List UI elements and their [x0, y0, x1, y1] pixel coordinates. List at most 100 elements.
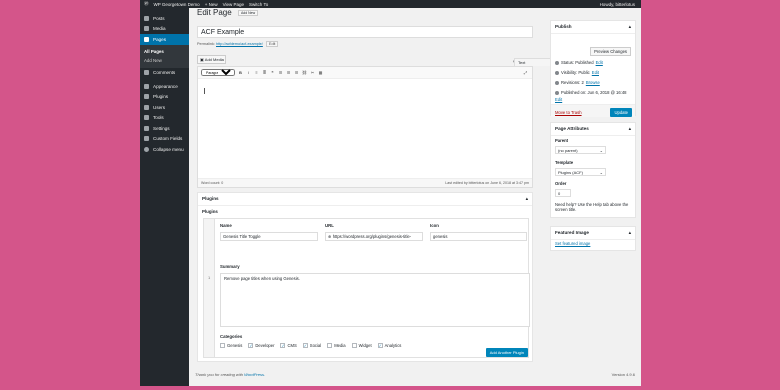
- icon-label: Icon: [430, 223, 439, 228]
- name-input[interactable]: Genesis Title Toggle: [220, 232, 318, 241]
- link-icon[interactable]: ⛓: [302, 70, 307, 75]
- submenu-add-new[interactable]: Add New: [140, 56, 189, 65]
- category-cms[interactable]: ✓ CMS: [280, 343, 297, 348]
- permalink-link[interactable]: http://acfdemo/acf-example/: [216, 42, 263, 46]
- sidebar-item-tools[interactable]: Tools: [140, 113, 189, 124]
- category-widget[interactable]: Widget: [351, 343, 372, 348]
- checkbox-checked[interactable]: ✓: [280, 343, 286, 348]
- visibility-edit-link[interactable]: Edit: [592, 70, 599, 75]
- published-on-row: Published on: Jun 6, 2018 @ 16:48: [555, 90, 626, 95]
- repeater-label: Plugins: [202, 209, 218, 214]
- wp-version: Version 4.9.6: [611, 372, 635, 377]
- checkbox-checked[interactable]: ✓: [377, 343, 383, 348]
- wp-logo-icon[interactable]: Ⓦ: [144, 1, 149, 7]
- wp-admin-window: Ⓦ WP Georgetown Demo + New View Page Swi…: [140, 0, 641, 386]
- date-edit-link[interactable]: Edit: [555, 97, 562, 102]
- editor-tabs: Visual Text: [510, 58, 565, 66]
- checkbox[interactable]: [351, 343, 357, 348]
- editor-toolbar: Paragraph B I ≡ ≣ ❝ ☰ ☰ ☰ ⛓ ✂ ▦ ⤢: [198, 67, 532, 79]
- icon-input[interactable]: genesis: [430, 232, 527, 241]
- plugins-icon: [144, 94, 149, 100]
- category-genesis[interactable]: Genesis: [220, 343, 242, 348]
- sidebar-item-appearance[interactable]: Appearance: [140, 81, 189, 92]
- add-another-plugin-button[interactable]: Add Another Plugin: [485, 348, 528, 357]
- update-button[interactable]: Update: [610, 108, 632, 117]
- collapse-menu-button[interactable]: Collapse menu: [140, 144, 189, 155]
- sidebar-item-plugins[interactable]: Plugins: [140, 92, 189, 103]
- help-text: Need help? Use the Help tab above the sc…: [555, 202, 629, 212]
- summary-textarea[interactable]: Remove page titles when using Genesis.: [220, 273, 530, 327]
- content-editor[interactable]: Paragraph B I ≡ ≣ ❝ ☰ ☰ ☰ ⛓ ✂ ▦ ⤢ Word c…: [197, 66, 533, 188]
- plugins-box-title: Plugins: [202, 196, 219, 201]
- collapse-toggle-icon[interactable]: ▴: [629, 24, 631, 30]
- category-media[interactable]: Media: [327, 343, 346, 348]
- url-input[interactable]: ⊕ https://wordpress.org/plugins/genesis-…: [325, 232, 423, 241]
- collapse-toggle-icon[interactable]: ▴: [629, 126, 631, 132]
- order-label: Order: [555, 181, 567, 186]
- bullet-list-icon[interactable]: ≡: [254, 70, 259, 75]
- visibility-row: Visibility: Public Edit: [555, 70, 599, 75]
- add-new-page-button[interactable]: Add New: [237, 9, 259, 16]
- submenu-all-pages[interactable]: All Pages: [140, 47, 189, 56]
- format-select[interactable]: Paragraph: [201, 69, 235, 76]
- new-content-link[interactable]: + New: [205, 2, 218, 7]
- category-analytics[interactable]: ✓ Analytics: [377, 343, 401, 348]
- sidebar-item-custom-fields[interactable]: Custom Fields: [140, 134, 189, 145]
- comments-icon: [144, 70, 149, 76]
- word-count: Word count: 0: [201, 181, 224, 185]
- chevron-down-icon: ⌄: [599, 148, 603, 153]
- collapse-toggle-icon[interactable]: ▴: [526, 196, 528, 202]
- parent-select[interactable]: (no parent) ⌄: [555, 146, 606, 154]
- status-row: Status: Published Edit: [555, 60, 603, 65]
- checkbox-checked[interactable]: ✓: [302, 343, 308, 348]
- calendar-icon: [555, 90, 559, 95]
- category-developer[interactable]: ✓ Developer: [248, 343, 274, 348]
- checkbox[interactable]: [327, 343, 333, 348]
- admin-bar: Ⓦ WP Georgetown Demo + New View Page Swi…: [140, 0, 641, 8]
- align-right-icon[interactable]: ☰: [294, 70, 299, 75]
- align-left-icon[interactable]: ☰: [278, 70, 283, 75]
- bold-icon[interactable]: B: [238, 70, 243, 75]
- browse-revisions-link[interactable]: Browse: [586, 80, 600, 85]
- sidebar-item-pages[interactable]: Pages: [140, 34, 189, 45]
- site-name-link[interactable]: WP Georgetown Demo: [154, 2, 200, 7]
- set-featured-image-link[interactable]: Set featured image: [555, 241, 590, 246]
- repeater-row: 1 Name URL Icon Genesis Title Toggle ⊕ h…: [203, 218, 530, 358]
- numbered-list-icon[interactable]: ≣: [262, 70, 267, 75]
- sidebar-item-users[interactable]: Users: [140, 102, 189, 113]
- wordpress-link[interactable]: WordPress.: [244, 372, 265, 377]
- permalink-edit-button[interactable]: Edit: [265, 41, 279, 47]
- appearance-icon: [144, 83, 149, 89]
- pages-submenu: All Pages Add New: [140, 44, 189, 68]
- featured-image-metabox: Featured Image ▴ Set featured image: [550, 226, 636, 251]
- preview-changes-button[interactable]: Preview Changes: [590, 47, 631, 56]
- url-label: URL: [325, 223, 334, 228]
- sidebar-item-posts[interactable]: Posts: [140, 13, 189, 24]
- add-media-button[interactable]: ▣ Add Media: [197, 55, 226, 64]
- template-select[interactable]: Plugins (ACF) ⌄: [555, 168, 606, 176]
- collapse-toggle-icon[interactable]: ▴: [629, 230, 631, 236]
- unlink-icon[interactable]: ✂: [310, 70, 315, 75]
- pin-icon: [144, 15, 149, 21]
- categories-checkboxes: Genesis ✓ Developer ✓ CMS ✓ Social Media Wi…: [220, 343, 401, 348]
- howdy-account-link[interactable]: Howdy, bitterlotus: [600, 2, 641, 7]
- row-drag-handle[interactable]: 1: [204, 219, 215, 357]
- category-social[interactable]: ✓ Social: [302, 343, 321, 348]
- switch-to-link[interactable]: Switch To: [249, 2, 268, 7]
- blockquote-icon[interactable]: ❝: [270, 70, 275, 75]
- checkbox[interactable]: [220, 343, 225, 348]
- sidebar-item-settings[interactable]: Settings: [140, 123, 189, 134]
- toolbar-toggle-icon[interactable]: ▦: [318, 70, 323, 75]
- order-input[interactable]: 0: [555, 189, 571, 197]
- chevron-down-icon: ⌄: [599, 170, 603, 175]
- sidebar-item-media[interactable]: Media: [140, 24, 189, 35]
- checkbox-checked[interactable]: ✓: [248, 343, 254, 348]
- view-page-link[interactable]: View Page: [223, 2, 244, 7]
- italic-icon[interactable]: I: [246, 70, 251, 75]
- move-to-trash-link[interactable]: Move to Trash: [555, 110, 582, 115]
- fullscreen-icon[interactable]: ⤢: [523, 70, 528, 75]
- post-title-input[interactable]: ACF Example: [197, 26, 533, 38]
- sidebar-item-comments[interactable]: Comments: [140, 68, 189, 79]
- align-center-icon[interactable]: ☰: [286, 70, 291, 75]
- status-edit-link[interactable]: Edit: [596, 60, 603, 65]
